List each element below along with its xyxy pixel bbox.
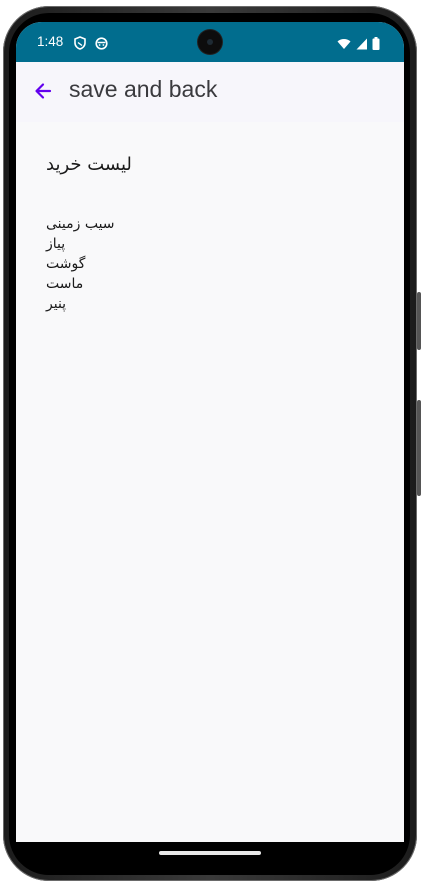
face-icon (95, 35, 108, 54)
status-right-icons (337, 35, 380, 54)
wifi-icon (337, 35, 351, 54)
volume-button (417, 400, 421, 496)
list-item: گوشت (46, 256, 86, 272)
app-bar: save and back (16, 62, 404, 122)
list-title: لیست خرید (46, 154, 132, 175)
home-indicator[interactable] (159, 851, 261, 855)
signal-icon (356, 35, 367, 54)
list-item: سیب زمینی (46, 216, 115, 232)
list-item: پنیر (46, 296, 67, 312)
status-left-icons (74, 35, 108, 54)
list-item: پیاز (46, 236, 66, 252)
battery-icon (372, 35, 380, 54)
navigation-bar (16, 842, 404, 868)
back-button[interactable] (26, 74, 60, 108)
front-camera (198, 30, 222, 54)
app-title: save and back (69, 76, 218, 102)
status-bar: 1:48 (16, 22, 404, 62)
shield-icon (74, 35, 86, 54)
status-time: 1:48 (37, 34, 64, 49)
device-frame: 1:48 save and back لیست خرید سیب زمینی پ… (0, 0, 423, 885)
list-item: ماست (46, 276, 84, 292)
screen: 1:48 save and back لیست خرید سیب زمینی پ… (16, 22, 404, 842)
arrow-back-icon (35, 83, 52, 99)
power-button (417, 292, 421, 350)
main-content: لیست خرید سیب زمینی پیاز گوشت ماست پنیر (16, 122, 404, 842)
shopping-list: سیب زمینی پیاز گوشت ماست پنیر (46, 214, 115, 314)
